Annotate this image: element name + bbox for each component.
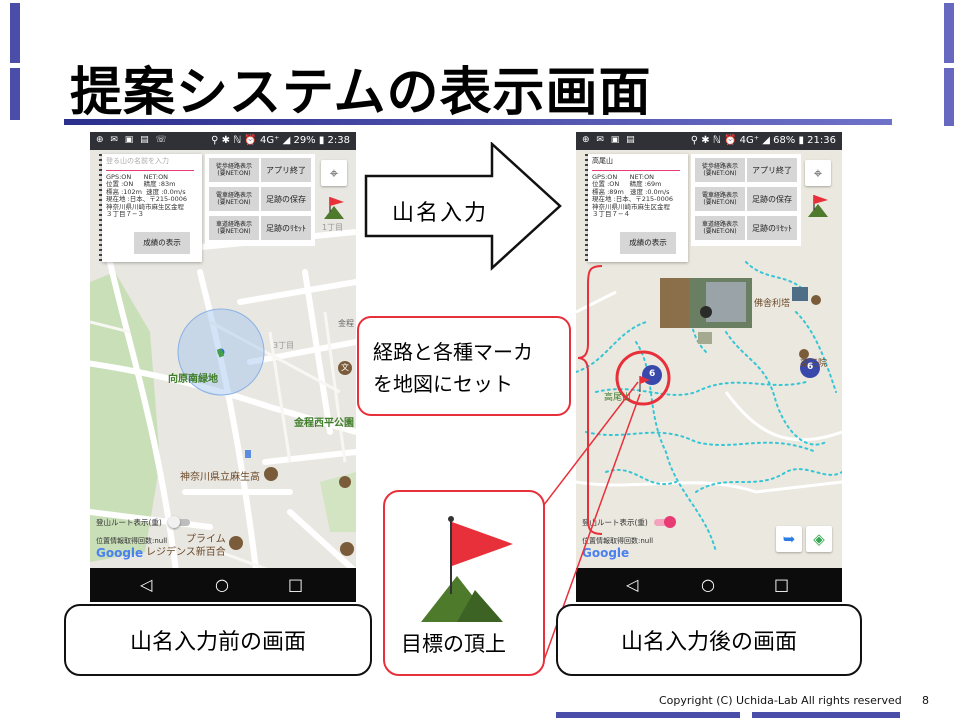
route-note-line2: を地図にセット (373, 372, 513, 396)
quit-app-button[interactable]: アプリ終了 (747, 158, 797, 182)
map-label-3chome: 3丁目 (273, 341, 295, 350)
map-label-kanahodo: 金程 (338, 319, 354, 328)
cluster-marker-count[interactable]: 6 (807, 362, 813, 372)
open-maps-button[interactable]: ◈ (806, 526, 832, 552)
page-number: 8 (922, 694, 929, 707)
home-nav-icon[interactable]: ○ (701, 575, 715, 594)
train-route-button[interactable]: 電車経路表示 (要NET:ON) (695, 187, 745, 211)
directions-icon: ➥ (782, 530, 796, 548)
deco-bar-right-bottom (944, 68, 954, 126)
google-logo: Google (96, 546, 144, 560)
status-icons: ⊕ ✉ ▣ ▤ (582, 135, 637, 145)
button-grid: 徒歩経路表示 (要NET:ON) アプリ終了 電車経路表示 (要NET:ON) … (691, 154, 801, 246)
deco-bar-left-top (10, 3, 20, 63)
directions-button[interactable]: ➥ (776, 526, 802, 552)
quit-app-button[interactable]: アプリ終了 (261, 158, 311, 182)
before-caption: 山名入力前の画面 (64, 604, 372, 676)
summit-callout: 目標の頂上 (383, 490, 545, 676)
after-caption: 山名入力後の画面 (556, 604, 862, 676)
recents-nav-icon[interactable]: □ (288, 575, 303, 594)
route-toggle-knob[interactable] (664, 516, 676, 528)
my-location-button[interactable]: ⌖ (321, 160, 347, 186)
back-nav-icon[interactable]: ◁ (140, 575, 152, 594)
log-count-text: 位置情報取得回数:null (96, 537, 168, 545)
car-route-button[interactable]: 車道経路表示 (要NET:ON) (695, 216, 745, 240)
copyright-text: Copyright (C) Uchida-Lab All rights rese… (659, 694, 902, 707)
walk-route-button[interactable]: 徒歩経路表示 (要NET:ON) (209, 158, 259, 182)
flag-button-icon[interactable] (322, 194, 348, 220)
status-icons: ⊕ ✉ ▣ ▤ ☏ (96, 135, 169, 145)
map-label-busshari: 佛舎利塔 (754, 299, 791, 309)
summit-flag-icon (421, 516, 513, 622)
car-route-button[interactable]: 車道経路表示 (要NET:ON) (209, 216, 259, 240)
recents-nav-icon[interactable]: □ (774, 575, 789, 594)
gps-info-text: GPS:ON NET:ON 位置 :ON 精度 :69m 標高 :89m 速度 … (592, 173, 674, 219)
status-right: ⚲ ✱ ℕ ⏰ 4G⁺ ◢ 68% ▮ 21:36 (690, 135, 836, 146)
show-results-button[interactable]: 成績の表示 (620, 232, 676, 254)
save-track-button[interactable]: 足跡の保存 (261, 187, 311, 211)
mountain-name-input[interactable]: 登る山の名前を入力 (106, 157, 194, 171)
route-toggle-knob[interactable] (168, 516, 180, 528)
google-maps-icon: ◈ (813, 530, 825, 548)
map-label-bun: 文 (341, 363, 349, 372)
flag-button-icon[interactable] (806, 192, 832, 218)
deco-bar-left-bottom (10, 68, 20, 120)
crosshair-icon: ⌖ (813, 164, 823, 182)
summit-caption: 目標の頂上 (401, 632, 506, 656)
phone-before: 向原南緑地 金程西平公園 神奈川県立麻生高 プライム レジデンス新百合 3丁目 … (90, 132, 356, 602)
footer-bar-right (752, 712, 900, 718)
map-label-yakuouin: 薬王院 (800, 359, 828, 369)
map-label-park2: 金程西平公園 (294, 418, 354, 429)
home-nav-icon[interactable]: ○ (215, 575, 229, 594)
route-note-line1: 経路と各種マーカ (373, 340, 533, 364)
footer-bar-left (556, 712, 740, 718)
info-panel: 登る山の名前を入力 GPS:ON NET:ON 位置 :ON 精度 :83m 標… (102, 154, 202, 262)
title-underline (64, 119, 892, 125)
map-label-1chome: 1丁目 (322, 223, 344, 232)
route-toggle-label: 登山ルート表示(重) (96, 518, 162, 527)
button-grid: 徒歩経路表示 (要NET:ON) アプリ終了 電車経路表示 (要NET:ON) … (205, 154, 315, 246)
map-label-park: 向原南緑地 (168, 374, 218, 385)
status-bar: ⊕ ✉ ▣ ▤ ☏ ⚲ ✱ ℕ ⏰ 4G⁺ ◢ 29% ▮ 2:38 (90, 132, 356, 150)
crosshair-icon: ⌖ (329, 164, 339, 182)
mountain-name-input[interactable]: 高尾山 (592, 157, 680, 171)
info-panel: 高尾山 GPS:ON NET:ON 位置 :ON 精度 :69m 標高 :89m… (588, 154, 688, 262)
show-results-button[interactable]: 成績の表示 (134, 232, 190, 254)
android-nav-bar: ◁ ○ □ (90, 568, 356, 602)
train-route-button[interactable]: 電車経路表示 (要NET:ON) (209, 187, 259, 211)
reset-track-button[interactable]: 足跡のﾘｾｯﾄ (747, 216, 797, 240)
slide-title: 提案システムの表示画面 (70, 63, 652, 123)
map-label-school: 神奈川県立麻生高 (180, 472, 260, 483)
status-right: ⚲ ✱ ℕ ⏰ 4G⁺ ◢ 29% ▮ 2:38 (211, 135, 350, 146)
status-bar: ⊕ ✉ ▣ ▤ ⚲ ✱ ℕ ⏰ 4G⁺ ◢ 68% ▮ 21:36 (576, 132, 842, 150)
arrow-label: 山名入力 (392, 201, 489, 226)
gps-info-text: GPS:ON NET:ON 位置 :ON 精度 :83m 標高 :102m 速度… (106, 173, 188, 219)
walk-route-button[interactable]: 徒歩経路表示 (要NET:ON) (695, 158, 745, 182)
my-location-button[interactable]: ⌖ (805, 160, 831, 186)
save-track-button[interactable]: 足跡の保存 (747, 187, 797, 211)
reset-track-button[interactable]: 足跡のﾘｾｯﾄ (261, 216, 311, 240)
deco-bar-right-top (944, 3, 954, 63)
